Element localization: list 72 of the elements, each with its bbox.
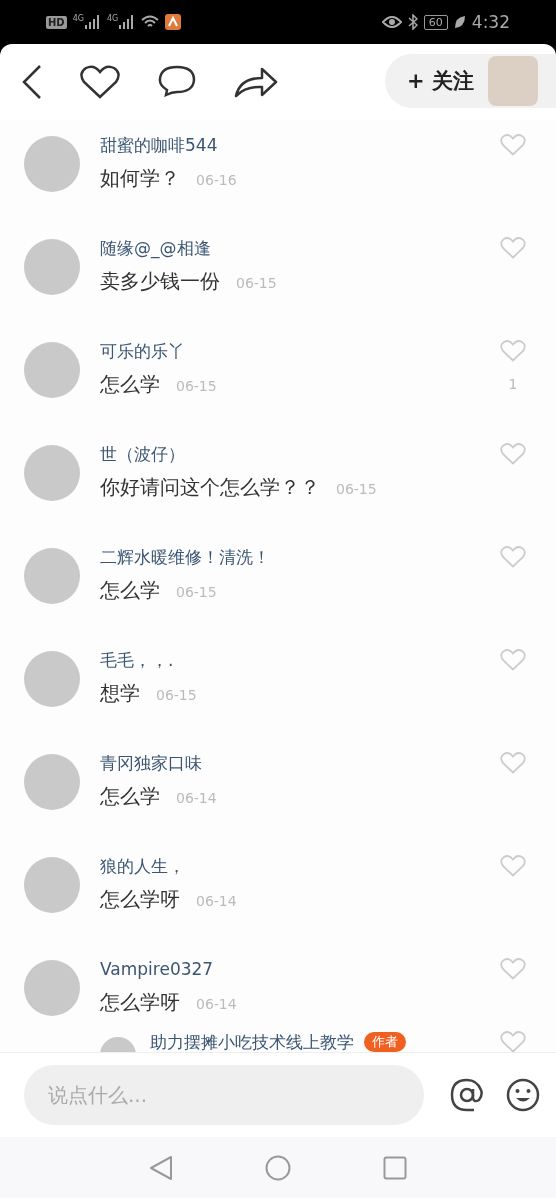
comment-text: 怎么学: [100, 783, 160, 810]
comment-text: 怎么学: [100, 371, 160, 398]
like-heart-icon[interactable]: [500, 958, 526, 980]
heart-icon[interactable]: [80, 65, 120, 99]
eye-icon: [381, 15, 402, 29]
user-avatar[interactable]: [24, 651, 80, 707]
comment-text: 卖多少钱一份: [100, 268, 220, 295]
user-avatar[interactable]: [24, 342, 80, 398]
home-circle-icon[interactable]: [265, 1154, 291, 1181]
user-avatar[interactable]: [24, 445, 80, 501]
recents-square-icon[interactable]: [383, 1155, 407, 1180]
back-triangle-icon[interactable]: [149, 1154, 173, 1181]
user-avatar[interactable]: [24, 857, 80, 913]
clock-time: 4:32: [471, 12, 510, 32]
comment-date: 06-15: [336, 481, 377, 497]
emoji-icon[interactable]: [506, 1078, 540, 1112]
comment-date: 06-14: [196, 996, 237, 1012]
at-mention-icon[interactable]: [450, 1078, 484, 1112]
like-heart-icon[interactable]: [500, 237, 526, 259]
user-name[interactable]: 青冈独家口味: [100, 749, 202, 777]
user-name[interactable]: 随缘@_@相逢: [100, 234, 211, 262]
battery-indicator: 60: [423, 14, 448, 30]
comment-date: 06-15: [156, 687, 197, 703]
like-heart-icon[interactable]: [500, 340, 526, 362]
signal-icon: [84, 15, 101, 29]
user-avatar[interactable]: [24, 136, 80, 192]
comment-text: 如何学？: [100, 165, 180, 192]
user-name[interactable]: 狼的人生，: [100, 852, 185, 880]
network-label: 4G: [72, 15, 84, 23]
comment-text: 你好请问这个怎么学？？: [100, 474, 320, 501]
user-name[interactable]: 甜蜜的咖啡544: [100, 131, 218, 159]
signal-icon: [119, 15, 136, 29]
user-avatar[interactable]: [24, 548, 80, 604]
comment-text: 怎么学: [100, 577, 160, 604]
hd-indicator: HD: [46, 15, 67, 29]
leaf-icon: [453, 15, 466, 29]
like-heart-icon[interactable]: [500, 443, 526, 465]
like-heart-icon[interactable]: [500, 855, 526, 877]
wifi-icon: [141, 15, 160, 29]
comment-date: 06-15: [176, 584, 217, 600]
like-heart-icon[interactable]: [500, 1031, 526, 1052]
bluetooth-icon: [407, 14, 418, 30]
author-avatar[interactable]: [488, 56, 538, 106]
comment-text: 怎么学呀: [100, 989, 180, 1016]
app-notification-icon: [165, 14, 182, 30]
user-avatar[interactable]: [24, 960, 80, 1016]
comment-text: 想学: [100, 680, 140, 707]
like-heart-icon[interactable]: [500, 134, 526, 156]
like-heart-icon[interactable]: [500, 649, 526, 671]
user-avatar[interactable]: [24, 239, 80, 295]
back-icon[interactable]: [22, 65, 42, 99]
user-name[interactable]: 可乐的乐丫: [100, 337, 185, 365]
user-name[interactable]: 二辉水暖维修！清洗！: [100, 543, 270, 571]
comment-date: 06-15: [176, 378, 217, 394]
user-avatar[interactable]: [24, 754, 80, 810]
share-arrow-icon[interactable]: [234, 66, 278, 98]
user-name[interactable]: 世（波仔）: [100, 440, 185, 468]
user-name[interactable]: 毛毛，，.: [100, 646, 174, 674]
user-name[interactable]: 助力摆摊小吃技术线上教学: [150, 1028, 354, 1052]
comment-input-field[interactable]: 说点什么...: [24, 1065, 424, 1125]
network-label: 4G: [106, 15, 119, 23]
like-heart-icon[interactable]: [500, 546, 526, 568]
user-name[interactable]: Vampire0327: [100, 955, 214, 983]
comment-bubble-icon[interactable]: [158, 65, 196, 99]
comment-date: 06-14: [196, 893, 237, 909]
like-count: 1: [508, 376, 518, 392]
like-heart-icon[interactable]: [500, 752, 526, 774]
comment-date: 06-14: [176, 790, 217, 806]
author-badge: 作者: [364, 1032, 406, 1052]
comment-date: 06-16: [196, 172, 237, 188]
comment-text: 怎么学呀: [100, 886, 180, 913]
comment-date: 06-15: [236, 275, 277, 291]
